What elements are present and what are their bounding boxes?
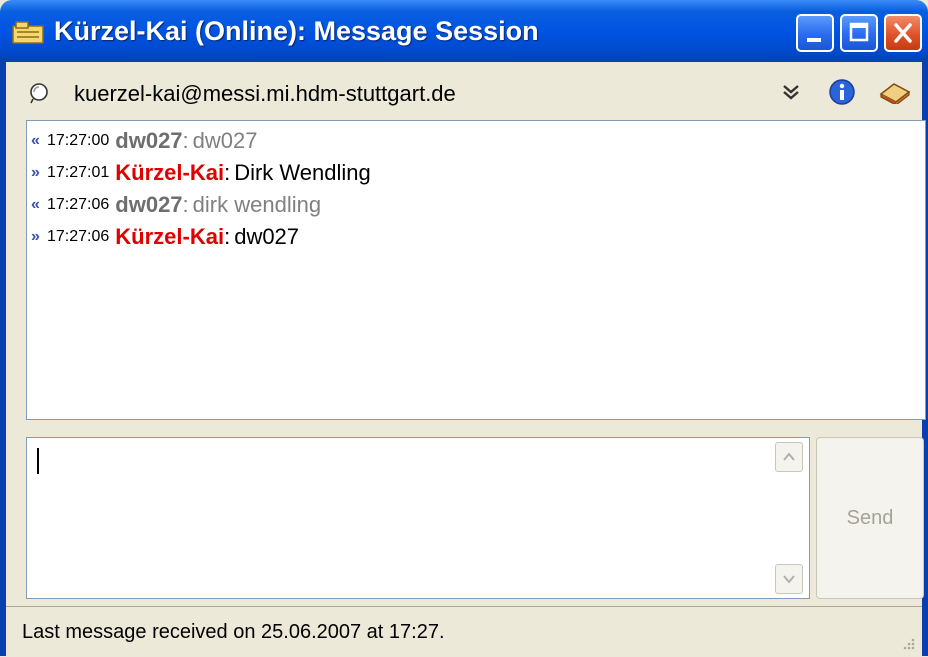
- window-title: Kürzel-Kai (Online): Message Session: [54, 16, 539, 46]
- incoming-arrow-icon: «: [31, 196, 40, 213]
- close-button[interactable]: [884, 14, 922, 52]
- message-sender: Kürzel-Kai: [115, 160, 225, 185]
- message-row: « 17:27:00 dw027: dw027: [31, 125, 258, 157]
- message-text: dirk wendling: [192, 192, 322, 217]
- scroll-up-button[interactable]: [775, 442, 803, 472]
- message-separator: :: [224, 224, 231, 249]
- window-frame-left: [0, 62, 6, 656]
- message-text: dw027: [234, 224, 300, 249]
- outgoing-arrow-icon: »: [31, 228, 40, 245]
- incoming-arrow-icon: «: [31, 132, 40, 149]
- message-time: 17:27:01: [47, 164, 110, 181]
- contact-header: kuerzel-kai@messi.mi.hdm-stuttgart.de: [6, 62, 922, 118]
- message-row: » 17:27:06 Kürzel-Kai: dw027: [31, 221, 299, 253]
- close-icon: [894, 23, 912, 43]
- text-caret: [37, 448, 39, 474]
- message-input[interactable]: [26, 437, 810, 599]
- dropdown-chevron-icon[interactable]: [782, 84, 800, 100]
- outgoing-arrow-icon: »: [31, 164, 40, 181]
- message-row: « 17:27:06 dw027: dirk wendling: [31, 189, 321, 221]
- chevron-up-icon: [783, 452, 795, 461]
- message-sender: dw027: [115, 192, 183, 217]
- maximize-icon: [849, 22, 869, 42]
- info-icon[interactable]: [828, 78, 856, 106]
- message-row: » 17:27:01 Kürzel-Kai: Dirk Wendling: [31, 157, 371, 189]
- chevron-down-icon: [783, 575, 795, 584]
- resize-grip-icon[interactable]: [900, 635, 916, 651]
- message-log[interactable]: «17:27:00 dw027: dw027 » 17:27:01 Kürzel-Kai…: [26, 120, 926, 420]
- message-time: 17:27:00: [47, 132, 110, 149]
- minimize-button[interactable]: [796, 14, 834, 52]
- status-bulb-icon: [30, 83, 48, 104]
- message-separator: :: [182, 192, 189, 217]
- message-text: Dirk Wendling: [234, 160, 371, 185]
- send-button[interactable]: Send: [816, 437, 924, 599]
- status-text: Last message received on 25.06.2007 at 1…: [22, 621, 445, 643]
- message-time: 17:27:06: [47, 196, 110, 213]
- message-text: dw027: [192, 128, 258, 153]
- title-bar[interactable]: Kürzel-Kai (Online): Message Session: [0, 0, 928, 62]
- maximize-button[interactable]: [840, 14, 878, 52]
- message-separator: :: [224, 160, 231, 185]
- history-book-icon[interactable]: [878, 80, 912, 104]
- scroll-down-button[interactable]: [775, 564, 803, 594]
- contact-address: kuerzel-kai@messi.mi.hdm-stuttgart.de: [74, 81, 456, 106]
- status-bar: Last message received on 25.06.2007 at 1…: [6, 606, 922, 657]
- message-time: 17:27:06: [47, 228, 110, 245]
- message-sender: Kürzel-Kai: [115, 224, 225, 249]
- message-sender: dw027: [115, 128, 183, 153]
- app-icon: [12, 21, 44, 44]
- minimize-icon: [807, 38, 821, 42]
- message-separator: :: [182, 128, 189, 153]
